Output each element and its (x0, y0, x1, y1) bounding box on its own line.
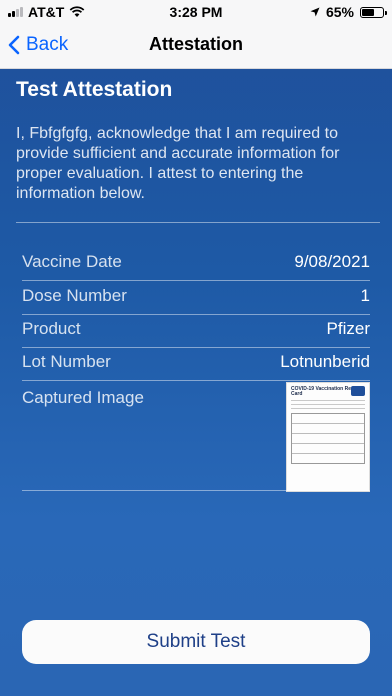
row-divider (22, 490, 370, 491)
field-label: Dose Number (22, 286, 127, 305)
row-divider (22, 380, 370, 381)
field-label: Lot Number (22, 352, 111, 371)
row-divider (22, 347, 370, 348)
attestation-screen: AT&T 3:28 PM 65% Back Attestation Test A… (0, 0, 392, 696)
attestation-statement: I, Fbfgfgfg, acknowledge that I am requi… (16, 125, 340, 202)
section-divider (16, 222, 380, 223)
page-title: Attestation (149, 34, 243, 54)
navigation-bar: Back Attestation (0, 24, 392, 68)
cdc-logo (351, 386, 365, 396)
status-bar: AT&T 3:28 PM 65% (0, 0, 392, 24)
field-product: Product Pfizer (22, 319, 370, 339)
field-vaccine-date: Vaccine Date 9/08/2021 (22, 252, 370, 272)
row-divider (22, 314, 370, 315)
row-divider (22, 280, 370, 281)
battery-level (362, 8, 374, 16)
field-label: Vaccine Date (22, 252, 122, 271)
field-value: Pfizer (326, 319, 370, 338)
field-value: 9/08/2021 (294, 252, 370, 271)
status-right: 65% (310, 4, 387, 20)
field-lot-number: Lot Number Lotnunberid (22, 352, 370, 372)
section-heading: Test Attestation (16, 78, 173, 101)
field-value: Lotnunberid (280, 352, 370, 371)
card-grid (291, 413, 365, 464)
captured-image-thumbnail[interactable]: COVID-19 Vaccination Record Card (286, 382, 370, 492)
battery-percent: 65% (325, 4, 354, 20)
field-dose-number: Dose Number 1 (22, 286, 370, 306)
battery-icon (360, 6, 387, 18)
submit-test-button[interactable]: Submit Test (22, 620, 370, 664)
field-label: Product (22, 319, 81, 338)
field-label: Captured Image (22, 388, 144, 407)
field-value: 1 (360, 286, 370, 305)
top-bar: AT&T 3:28 PM 65% Back Attestation (0, 0, 392, 69)
location-arrow-icon (310, 7, 320, 17)
